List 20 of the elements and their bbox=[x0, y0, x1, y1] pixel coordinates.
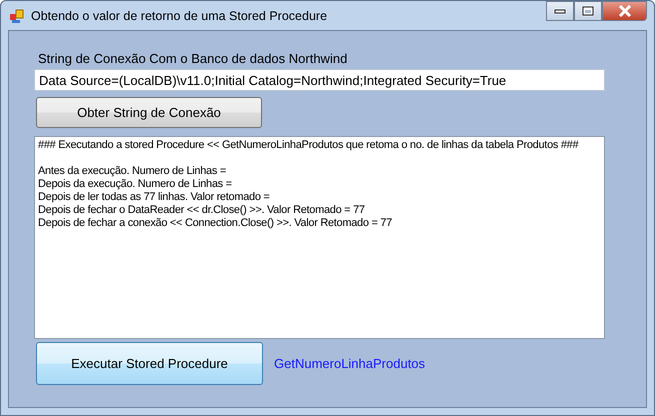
output-line: Depois da execução. Numero de Linhas = bbox=[38, 178, 232, 191]
execute-procedure-button[interactable]: Executar Stored Procedure bbox=[36, 342, 263, 385]
maximize-button[interactable] bbox=[574, 1, 602, 21]
connection-string-field[interactable]: Data Source=(LocalDB)\v11.0;Initial Catalog=Northwind;Integrated Security=True bbox=[34, 69, 605, 91]
window-title: Obtendo o valor de retorno de uma Stored Procedure bbox=[31, 8, 328, 22]
minimize-button[interactable] bbox=[546, 1, 574, 21]
maximize-icon bbox=[582, 6, 594, 16]
output-line: Depois de ler todas as 77 linhas. Valor retomado = bbox=[38, 191, 270, 204]
app-icon bbox=[9, 8, 25, 24]
output-line: ### Executando a stored Procedure << GetNumeroLinhaProdutos que retoma o no. de linhas da tabela Produtos ### bbox=[38, 139, 578, 152]
close-button[interactable] bbox=[602, 1, 647, 21]
output-line: Depois de fechar a conexão << Connection.Close() >>. Valor Retomado = 77 bbox=[38, 217, 392, 230]
output-textbox[interactable] bbox=[34, 136, 605, 339]
minimize-icon bbox=[554, 8, 566, 14]
output-line: Antes da execução. Numero de Linhas = bbox=[38, 165, 226, 178]
output-line: Depois de fechar o DataReader << dr.Close() >>. Valor Retomado = 77 bbox=[38, 204, 365, 217]
procedure-name-label: GetNumeroLinhaProdutos bbox=[274, 356, 426, 371]
connection-label: String de Conexão Com o Banco de dados Northwind bbox=[38, 51, 348, 66]
get-connection-string-button[interactable]: Obter String de Conexão bbox=[36, 97, 262, 128]
close-icon bbox=[618, 5, 632, 17]
